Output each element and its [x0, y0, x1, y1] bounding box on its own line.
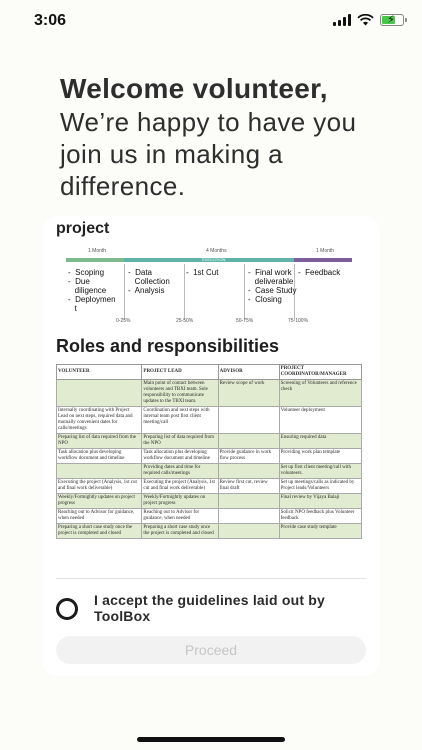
- table-cell: Screening of Volunteers and reference ch…: [278, 379, 363, 407]
- battery-charging-icon: ⚡: [380, 14, 407, 26]
- accept-guidelines-label[interactable]: I accept the guidelines laid out by Tool…: [94, 592, 366, 624]
- table-cell: [217, 433, 280, 449]
- proceed-button[interactable]: Proceed: [56, 636, 366, 664]
- card-divider: [56, 578, 366, 579]
- wifi-icon: [357, 14, 374, 26]
- table-cell: Executing the project (Analysis, 1st cut…: [56, 478, 143, 494]
- table-cell: Task allocation plus developing workflow…: [56, 448, 143, 464]
- project-heading: project: [56, 220, 110, 237]
- cellular-signal-icon: [333, 14, 351, 26]
- table-cell: [56, 463, 143, 479]
- timeline-percent: 50-75%: [236, 318, 254, 324]
- table-cell: Main point of contact between volunteers…: [141, 379, 219, 407]
- roles-title: Roles and responsibilities: [56, 336, 280, 356]
- table-cell: Reaching out to Advisor for guidance, wh…: [56, 508, 143, 524]
- table-cell: Set up meetings/calls as indicated by Pr…: [278, 478, 363, 494]
- table-row: Executing the project (Analysis, 1st cut…: [56, 478, 363, 494]
- table-cell: Reaching out to Advisor for guidance, wh…: [141, 508, 219, 524]
- table-cell: Task allocation plus developing workflow…: [141, 448, 219, 464]
- timeline-phase-text: - Scoping - Due diligence - Deploymen t: [68, 268, 116, 313]
- timeline-divider: [244, 264, 245, 320]
- status-bar: 3:06 ⚡: [0, 0, 422, 44]
- table-cell: Volunteer deployment: [278, 406, 363, 434]
- table-cell: [217, 463, 280, 479]
- welcome-title: Welcome volunteer,: [60, 73, 328, 104]
- table-cell: Executing the project (Analysis, 1st cut…: [141, 478, 219, 494]
- table-cell: Providing dates and time for required ca…: [141, 463, 219, 479]
- timeline-duration-1: 1 Month: [88, 248, 107, 254]
- table-row: Task allocation plus developing workflow…: [56, 448, 363, 464]
- table-cell: Coordination and next steps with interna…: [141, 406, 219, 434]
- status-icons: ⚡: [333, 14, 407, 26]
- timeline-execution-label: EXECUTION: [202, 257, 226, 262]
- timeline-duration-3: 1 Month: [316, 248, 335, 254]
- table-cell: Review first cut, review final draft: [217, 478, 280, 494]
- timeline-phase-text: - Data Collection - Analysis: [128, 268, 170, 295]
- table-cell: Weekly/Fortnightly updates on project pr…: [56, 493, 143, 509]
- welcome-section: Welcome volunteer, We’re happy to have y…: [60, 72, 400, 202]
- accept-guidelines-row[interactable]: I accept the guidelines laid out by Tool…: [56, 592, 366, 628]
- timeline-duration-2: 4 Months: [206, 248, 227, 254]
- timeline-divider: [184, 264, 185, 320]
- guidelines-document-image[interactable]: project 1 Month 4 Months 1 Month EXECUTI…: [56, 220, 366, 580]
- timeline-phase-bar: [294, 258, 352, 262]
- timeline-percent: 75-100%: [288, 318, 309, 324]
- table-header: PROJECT LEAD: [141, 364, 219, 380]
- table-cell: Provide guidance in work flow process: [217, 448, 280, 464]
- project-timeline: 1 Month 4 Months 1 Month EXECUTION - Sco…: [66, 248, 356, 338]
- table-row: Reaching out to Advisor for guidance, wh…: [56, 508, 363, 524]
- table-cell: Preparing a short case study once the pr…: [56, 523, 143, 539]
- table-row: Providing dates and time for required ca…: [56, 463, 363, 479]
- table-cell: Solicit NPO feedback plus Volunteer feed…: [278, 508, 363, 524]
- timeline-divider: [124, 264, 125, 320]
- table-cell: [217, 406, 280, 434]
- roles-table: VOLUNTEER PROJECT LEAD ADVISOR PROJECT C…: [56, 364, 363, 539]
- table-cell: Provide case study template: [278, 523, 363, 539]
- table-cell: [217, 493, 280, 509]
- table-row: Preparing list of data required from the…: [56, 433, 363, 449]
- guidelines-card: project 1 Month 4 Months 1 Month EXECUTI…: [42, 216, 380, 676]
- timeline-phase-bar: [66, 258, 124, 262]
- table-cell: Ensuring required data: [278, 433, 363, 449]
- table-cell: [217, 508, 280, 524]
- table-row: Preparing a short case study once the pr…: [56, 523, 363, 539]
- timeline-phase-text: - Final work deliverable - Case Study - …: [248, 268, 297, 304]
- table-cell: Providing work plan template: [278, 448, 363, 464]
- table-header: ADVISOR: [217, 364, 280, 380]
- table-cell: Set up first client meeting/call with vo…: [278, 463, 363, 479]
- status-time: 3:06: [34, 12, 67, 29]
- table-cell: Weekly/Fortnightly updates on project pr…: [141, 493, 219, 509]
- table-cell: Preparing list of data required from the…: [141, 433, 219, 449]
- table-cell: Final review by Vijaya Balaji: [278, 493, 363, 509]
- table-row: Weekly/Fortnightly updates on project pr…: [56, 493, 363, 509]
- table-cell: Preparing list of data required from the…: [56, 433, 143, 449]
- table-header: VOLUNTEER: [56, 364, 143, 380]
- table-cell: Preparing a short case study once the pr…: [141, 523, 219, 539]
- timeline-phase-text: - Feedback: [298, 268, 341, 277]
- table-row: Internally coordinating with Project Lea…: [56, 406, 363, 434]
- accept-radio-button[interactable]: [56, 598, 78, 620]
- timeline-phase-text: - 1st Cut: [186, 268, 219, 277]
- table-header: PROJECT COORDINATOR/MANAGER: [278, 364, 363, 380]
- table-cell: [56, 379, 143, 407]
- table-cell: Review scope of work: [217, 379, 280, 407]
- table-cell: Internally coordinating with Project Lea…: [56, 406, 143, 434]
- timeline-percent: 0-25%: [116, 318, 131, 324]
- table-row: Main point of contact between volunteers…: [56, 379, 363, 407]
- timeline-execution-bar: EXECUTION: [124, 257, 294, 262]
- table-cell: [217, 523, 280, 539]
- welcome-message: We’re happy to have you join us in makin…: [60, 107, 357, 201]
- home-indicator[interactable]: [137, 737, 285, 742]
- timeline-percent: 25-50%: [176, 318, 194, 324]
